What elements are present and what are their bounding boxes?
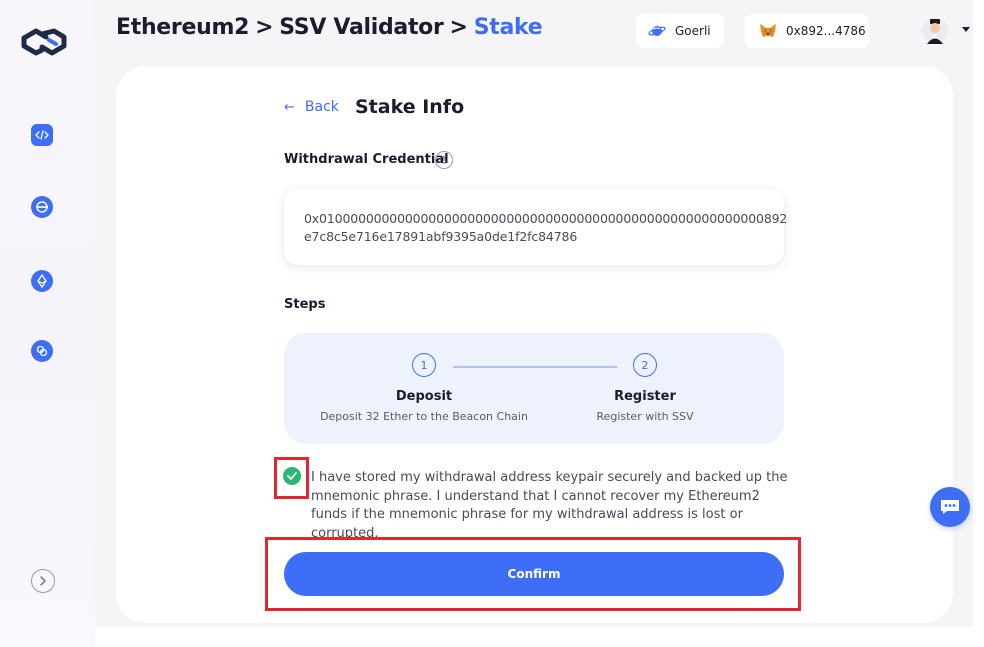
step-number-1: 1 xyxy=(412,353,436,377)
page-title: Stake Info xyxy=(355,96,465,118)
back-label: Back xyxy=(304,99,339,115)
steps-label: Steps xyxy=(284,297,326,312)
avatar[interactable] xyxy=(921,17,949,47)
step-desc-deposit: Deposit 32 Ether to the Beacon Chain xyxy=(320,410,528,423)
chevron-right-icon xyxy=(40,576,46,586)
credential-value-line1: 0x01000000000000000000000000000000000000… xyxy=(304,211,788,226)
sidebar-item-code[interactable] xyxy=(31,124,53,146)
breadcrumb: Ethereum2 > SSV Validator > Stake xyxy=(116,15,543,40)
back-button[interactable]: ← Back xyxy=(284,99,339,115)
planet-icon xyxy=(648,22,666,40)
code-icon xyxy=(35,130,49,140)
sidebar-item-ethereum[interactable] xyxy=(31,270,53,292)
confirm-highlight-box xyxy=(265,537,801,611)
step-number-2: 2 xyxy=(633,353,657,377)
info-icon[interactable]: ! xyxy=(435,151,453,169)
withdrawal-credential-box: 0x01000000000000000000000000000000000000… xyxy=(284,189,788,265)
sidebar-item-link[interactable] xyxy=(31,340,53,362)
checkbox-highlight-box xyxy=(274,457,309,499)
withdrawal-credential-label: Withdrawal Credential xyxy=(284,152,449,167)
network-icon xyxy=(36,201,48,213)
credential-value-line2: e7c8c5e716e17891abf9395a0de1f2fc84786 xyxy=(304,229,578,244)
account-menu-caret-icon[interactable] xyxy=(962,27,970,32)
metamask-fox-icon xyxy=(759,22,777,40)
app-root: Ethereum2 > SSV Validator > Stake Goerli 0x8… xyxy=(0,0,984,647)
chat-support-button[interactable] xyxy=(930,487,970,527)
breadcrumb-separator: > xyxy=(255,15,274,40)
link-icon xyxy=(36,345,48,357)
ethereum-icon xyxy=(37,274,47,288)
step-title-deposit: Deposit xyxy=(395,389,453,404)
breadcrumb-item-stake: Stake xyxy=(473,15,543,40)
step-connector xyxy=(453,366,617,368)
wallet-button[interactable]: 0x892...4786 xyxy=(745,14,869,48)
wallet-address: 0x892...4786 xyxy=(786,24,866,38)
sidebar-expand-button[interactable] xyxy=(31,569,55,593)
chat-icon xyxy=(941,500,959,514)
arrow-left-icon: ← xyxy=(284,99,295,115)
breadcrumb-item-ssv-validator[interactable]: SSV Validator xyxy=(279,15,444,40)
network-label: Goerli xyxy=(675,24,711,38)
sidebar xyxy=(0,0,95,647)
network-selector[interactable]: Goerli xyxy=(636,14,724,48)
step-desc-register: Register with SSV xyxy=(596,410,694,423)
sidebar-item-network[interactable] xyxy=(31,196,53,218)
step-title-register: Register xyxy=(614,389,676,404)
breadcrumb-separator: > xyxy=(449,15,468,40)
breadcrumb-item-ethereum2[interactable]: Ethereum2 xyxy=(116,15,249,40)
app-logo[interactable] xyxy=(16,26,68,58)
agreement-text: I have stored my withdrawal address keyp… xyxy=(311,470,788,541)
